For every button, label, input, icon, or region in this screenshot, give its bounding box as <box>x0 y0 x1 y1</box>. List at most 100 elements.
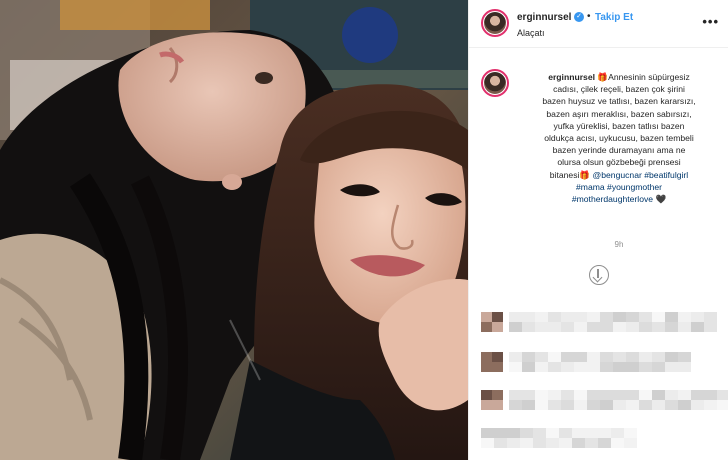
censor-block <box>559 428 572 438</box>
censor-block <box>611 438 624 448</box>
censor-block <box>600 352 613 362</box>
censor-block <box>546 438 559 448</box>
hashtag-mama[interactable]: #mama <box>576 182 605 192</box>
censor-block <box>598 438 611 448</box>
author-username[interactable]: erginnursel <box>517 12 571 23</box>
censor-block <box>585 438 598 448</box>
censor-block <box>548 400 561 410</box>
hashtag-youngmother[interactable]: #youngmother <box>607 182 662 192</box>
censor-block <box>522 352 535 362</box>
censor-block <box>509 362 522 372</box>
censor-block <box>574 390 587 400</box>
censor-block <box>481 428 494 438</box>
censor-block <box>639 312 652 322</box>
censor-block <box>494 438 507 448</box>
censor-avatar-block <box>481 312 492 322</box>
censor-block <box>587 362 600 372</box>
censor-block <box>613 400 626 410</box>
censor-block <box>652 400 665 410</box>
censor-block <box>624 438 637 448</box>
censor-block <box>639 322 652 332</box>
censor-block <box>678 362 691 372</box>
censor-block <box>561 400 574 410</box>
censor-block <box>600 362 613 372</box>
censor-block <box>585 428 598 438</box>
caption-line-6: oldukça acısı, uykucusu, bazen tembeli <box>544 133 694 144</box>
censor-block <box>613 322 626 332</box>
censor-block <box>678 352 691 362</box>
censor-block <box>587 352 600 362</box>
caption-username[interactable]: erginnursel <box>548 72 595 82</box>
follow-button[interactable]: Takip Et <box>595 12 633 23</box>
hashtag-motherdaughterlove[interactable]: #motherdaughterlove <box>572 194 653 204</box>
censor-block <box>678 312 691 322</box>
censor-block <box>691 312 704 322</box>
post-time-ago: 9h <box>614 240 624 249</box>
censor-block <box>546 428 559 438</box>
censor-block <box>587 312 600 322</box>
censor-avatar-block <box>492 322 503 332</box>
censor-avatar-block <box>481 322 492 332</box>
censor-avatar-block <box>481 352 492 362</box>
censor-block <box>652 390 665 400</box>
caption-line-10: #mama #youngmother <box>521 181 717 193</box>
censor-block <box>626 362 639 372</box>
censor-block <box>561 362 574 372</box>
hashtag-beatifulgirl[interactable]: #beatifulgirl <box>644 170 688 180</box>
censor-block <box>626 390 639 400</box>
censor-block <box>509 312 522 322</box>
censor-avatar-block <box>492 362 503 372</box>
censor-block <box>678 400 691 410</box>
more-options-icon[interactable]: ••• <box>702 14 719 29</box>
censor-avatar-block <box>492 390 503 400</box>
censor-block <box>574 362 587 372</box>
censor-block <box>691 390 704 400</box>
censor-block <box>548 362 561 372</box>
censor-block <box>522 312 535 322</box>
censor-avatar-block <box>492 352 503 362</box>
censor-avatar-block <box>492 400 503 410</box>
censor-block <box>717 400 728 410</box>
censor-block <box>561 312 574 322</box>
censor-block <box>678 322 691 332</box>
verified-badge-icon: ✓ <box>574 12 584 22</box>
post-location[interactable]: Alaçatı <box>517 28 545 38</box>
censor-block <box>665 400 678 410</box>
censor-block <box>613 352 626 362</box>
censor-block <box>587 322 600 332</box>
censor-avatar-block <box>481 362 492 372</box>
censor-block <box>572 428 585 438</box>
caption-line-8: olursa olsun gözbebeği prensesi <box>557 157 681 168</box>
censor-block <box>598 428 611 438</box>
censor-block <box>639 400 652 410</box>
post-header: erginnursel ✓ • Takip Et Alaçatı ••• <box>469 0 728 48</box>
author-avatar[interactable] <box>481 9 509 37</box>
censor-block <box>665 312 678 322</box>
post-photo[interactable] <box>0 0 468 460</box>
caption-line-2: cadısı, çilek reçeli, bazen çok şirini <box>553 84 685 95</box>
censor-block <box>509 322 522 332</box>
censor-block <box>548 390 561 400</box>
censor-block <box>691 322 704 332</box>
mention-link[interactable]: @bengucnar <box>593 170 642 180</box>
censor-block <box>481 438 494 448</box>
caption-avatar[interactable] <box>481 69 509 97</box>
censor-avatar-block <box>492 312 503 322</box>
header-separator: • <box>587 11 591 22</box>
censor-block <box>494 428 507 438</box>
load-more-comments-icon[interactable] <box>589 265 609 285</box>
censor-block <box>548 322 561 332</box>
selfie-image <box>0 0 468 460</box>
censor-block <box>691 400 704 410</box>
censor-block <box>626 400 639 410</box>
censor-block <box>704 312 717 322</box>
censor-block <box>533 438 546 448</box>
censor-block <box>559 438 572 448</box>
censor-block <box>535 362 548 372</box>
censor-block <box>535 400 548 410</box>
censor-block <box>652 352 665 362</box>
censor-block <box>561 322 574 332</box>
censor-block <box>522 390 535 400</box>
censor-block <box>665 322 678 332</box>
censor-block <box>624 428 637 438</box>
